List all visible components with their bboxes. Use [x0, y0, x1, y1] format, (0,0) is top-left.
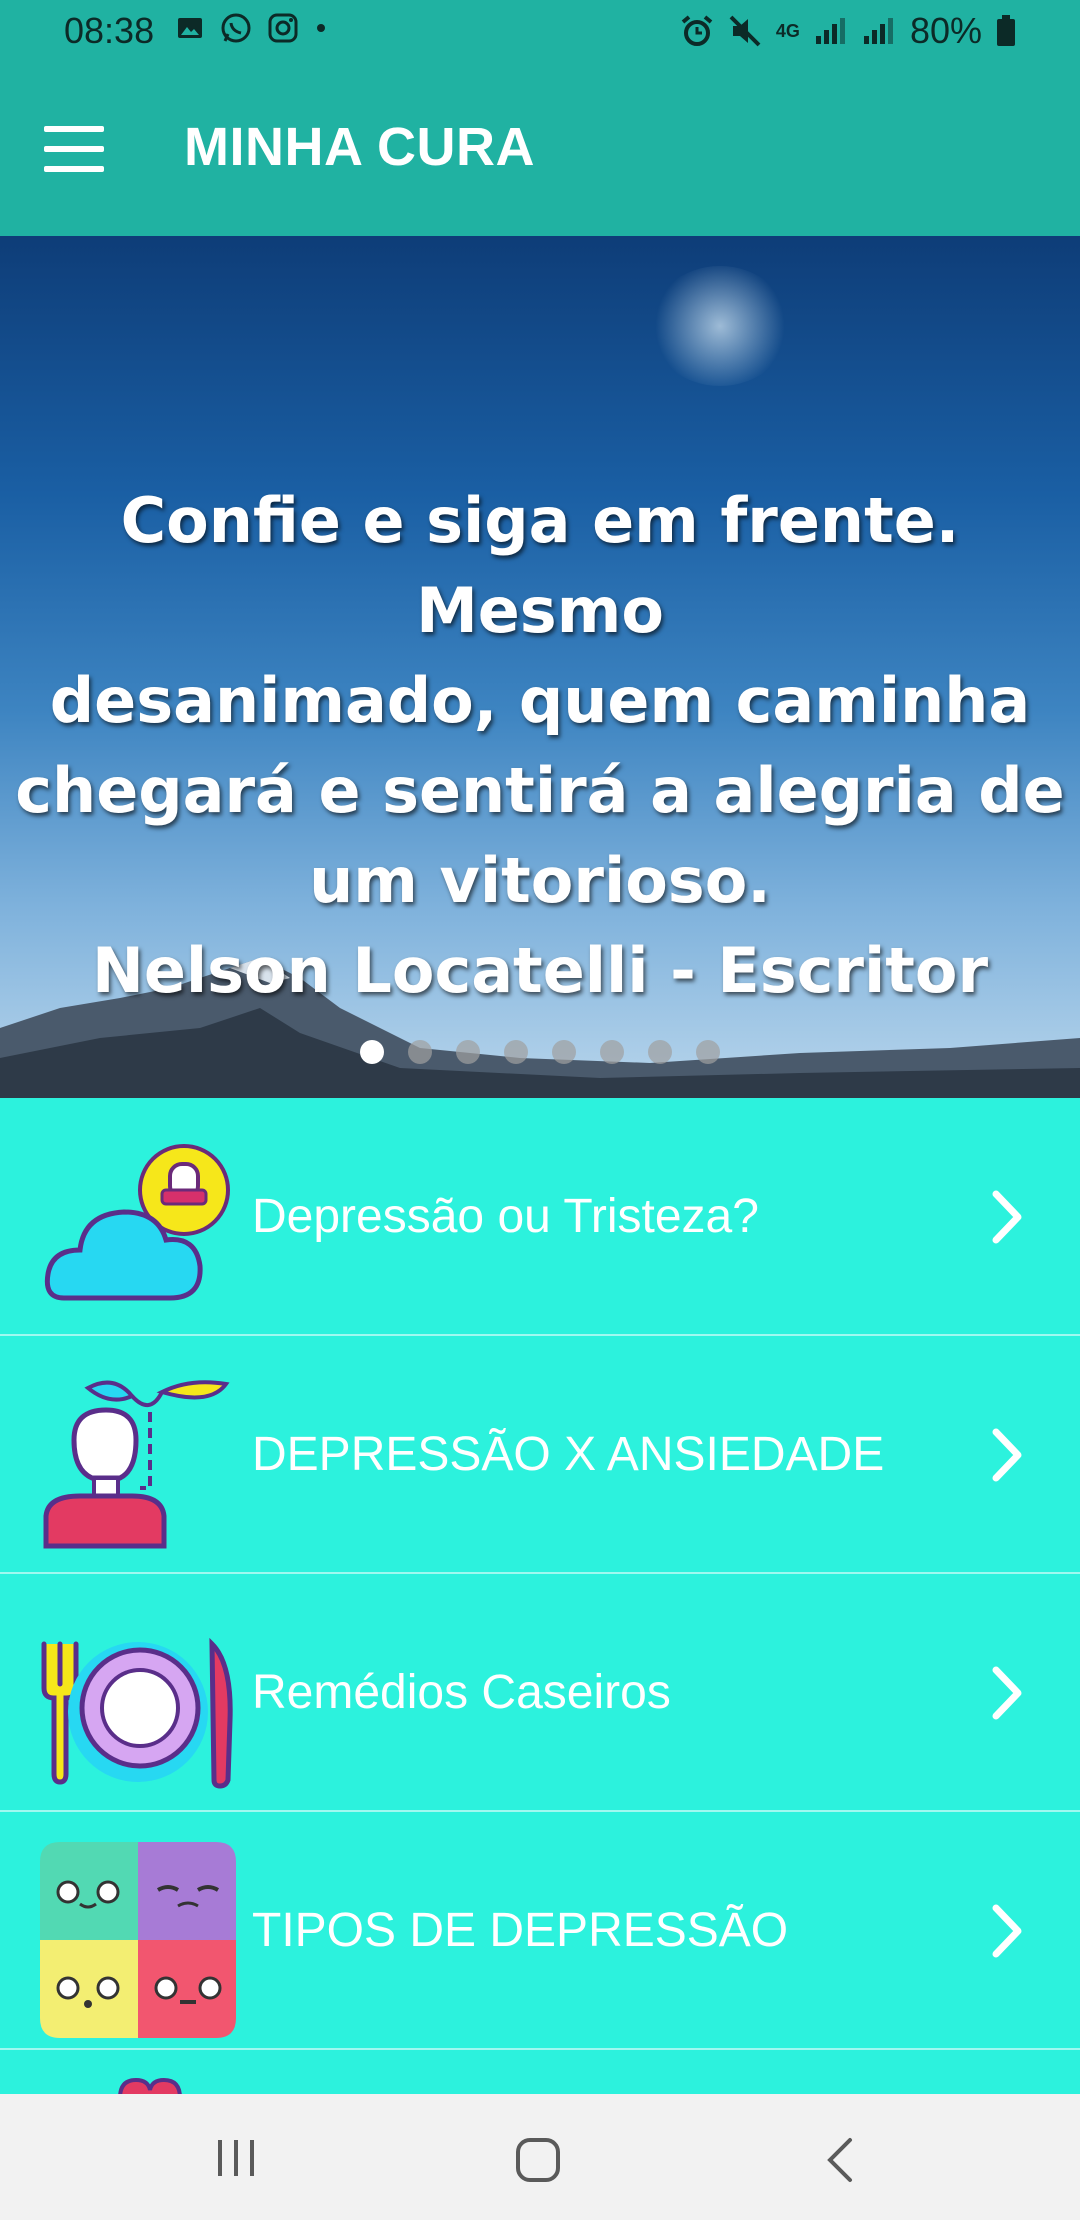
status-time: 08:38 — [64, 10, 155, 51]
battery-percent: 80% — [909, 10, 982, 51]
emoji-faces-icon — [40, 1842, 236, 2038]
recent-apps-icon[interactable] — [214, 2138, 258, 2178]
quote-line: Confie e siga em frente. Mesmo — [120, 484, 960, 647]
system-nav-bar — [0, 2094, 1080, 2220]
carousel-dot[interactable] — [696, 1040, 720, 1064]
carousel-dot[interactable] — [360, 1040, 384, 1064]
list-item-label: Depressão ou Tristeza? — [252, 1190, 759, 1243]
chevron-right-icon — [992, 1190, 1022, 1244]
back-icon[interactable] — [824, 2136, 856, 2184]
list-item-label: TIPOS DE DEPRESSÃO — [252, 1904, 789, 1957]
chevron-right-icon — [992, 1904, 1022, 1958]
alarm-icon — [681, 15, 713, 46]
list-item-label: Remédios Caseiros — [252, 1666, 671, 1719]
person-plant-icon — [43, 1380, 230, 1549]
quote-line: desanimado, quem caminha — [49, 664, 1031, 737]
gallery-icon — [178, 18, 202, 38]
dot-icon — [317, 24, 325, 32]
notification-icons — [176, 12, 328, 44]
carousel-dot[interactable] — [456, 1040, 480, 1064]
list-item-tipos-depressao[interactable]: TIPOS DE DEPRESSÃO — [0, 1812, 1080, 2050]
mute-icon — [729, 15, 761, 47]
menu-list: Depressão ou Tristeza? DEPRESSÃO X ANSIE… — [0, 1098, 1080, 2050]
quote-author: Nelson Locatelli - Escritor — [91, 934, 989, 1007]
app-bar: MINHA CURA — [0, 64, 1080, 236]
plate-cutlery-icon — [41, 1637, 233, 1789]
list-item-depressao-tristeza[interactable]: Depressão ou Tristeza? — [0, 1098, 1080, 1336]
list-item-label: DEPRESSÃO X ANSIEDADE — [252, 1428, 885, 1481]
cloud-sun-icon — [44, 1144, 230, 1301]
whatsapp-icon — [221, 13, 251, 43]
quote-line: chegará e sentirá a alegria de — [15, 754, 1065, 827]
carousel-dot[interactable] — [552, 1040, 576, 1064]
app-title: MINHA CURA — [184, 117, 535, 177]
signal-icon-2 — [863, 18, 893, 44]
list-item-depressao-ansiedade[interactable]: DEPRESSÃO X ANSIEDADE — [0, 1336, 1080, 1574]
banner-quote: Confie e siga em frente. Mesmo desanimad… — [0, 476, 1080, 1016]
quote-banner[interactable]: Confie e siga em frente. Mesmo desanimad… — [0, 236, 1080, 1098]
hamburger-menu-icon[interactable] — [44, 126, 104, 172]
carousel-dot[interactable] — [600, 1040, 624, 1064]
network-type: 4G — [775, 20, 800, 41]
carousel-indicator[interactable] — [0, 1040, 1080, 1064]
quote-line: um vitorioso. — [309, 844, 771, 917]
status-right: 4G 80% — [680, 10, 1016, 52]
battery-icon — [997, 15, 1015, 46]
home-icon[interactable] — [514, 2136, 562, 2184]
chevron-right-icon — [992, 1666, 1022, 1720]
cloud-decoration — [650, 266, 790, 386]
carousel-dot[interactable] — [648, 1040, 672, 1064]
signal-icon — [815, 18, 845, 44]
chevron-right-icon — [992, 1428, 1022, 1482]
list-item-remedios-caseiros[interactable]: Remédios Caseiros — [0, 1574, 1080, 1812]
carousel-dot[interactable] — [504, 1040, 528, 1064]
status-bar: 08:38 4G 80% — [0, 0, 1080, 64]
carousel-dot[interactable] — [408, 1040, 432, 1064]
instagram-icon — [268, 13, 298, 43]
